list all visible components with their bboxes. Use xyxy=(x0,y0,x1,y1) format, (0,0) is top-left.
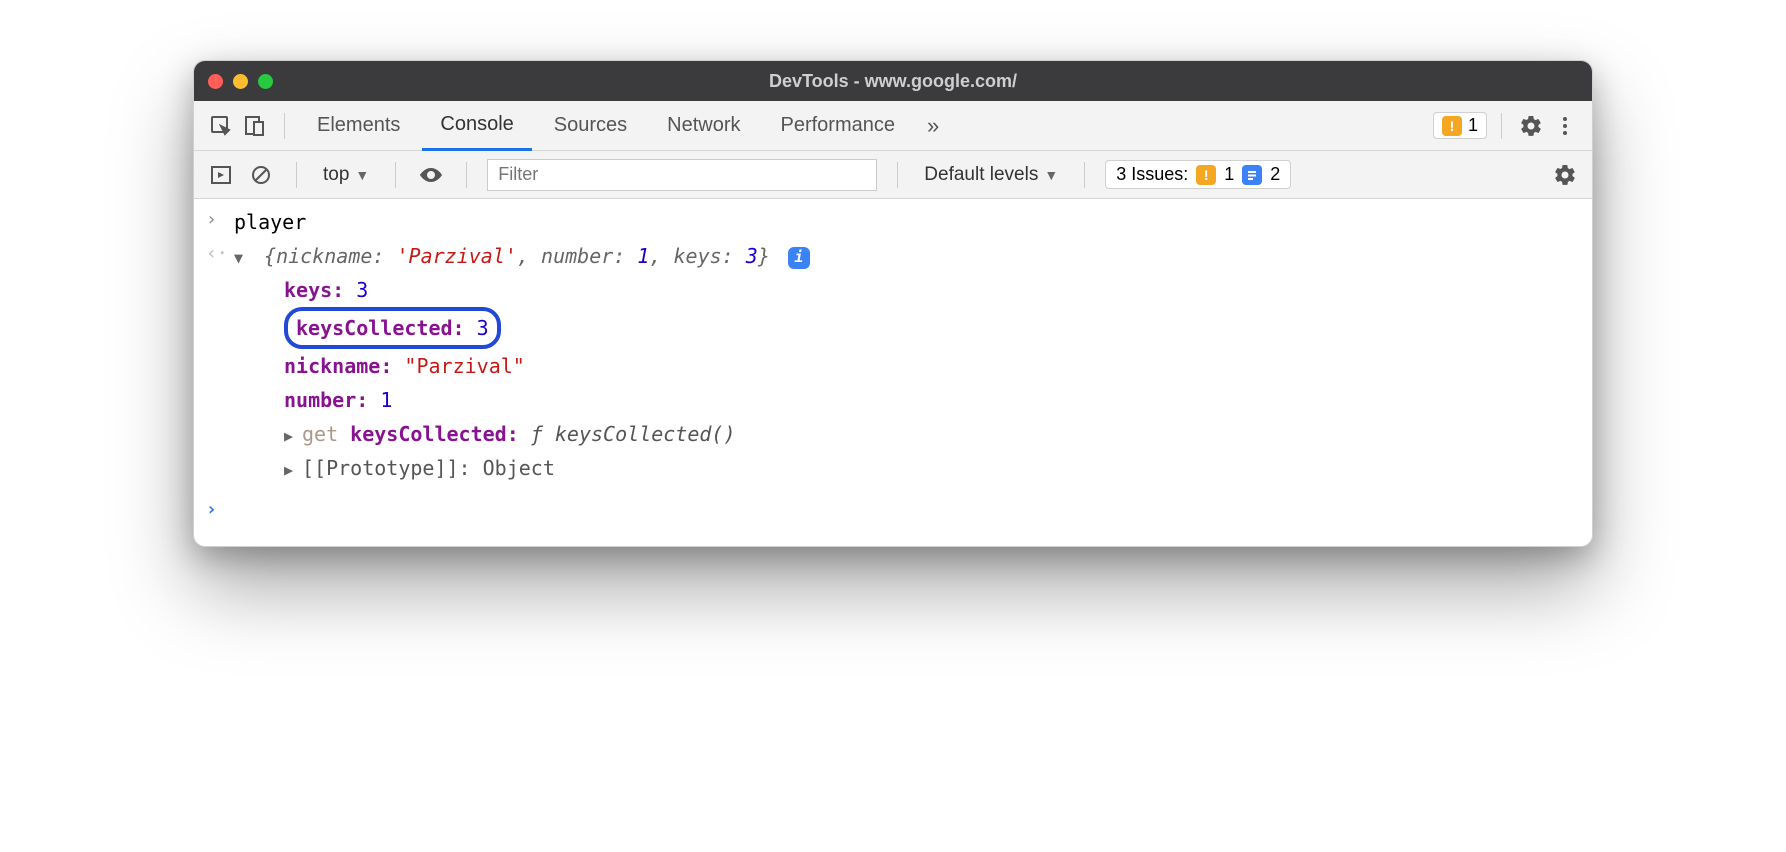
clear-console-icon[interactable] xyxy=(246,160,276,190)
devtools-tabbar: Elements Console Sources Network Perform… xyxy=(194,101,1592,151)
console-input-line[interactable]: › player xyxy=(194,205,1592,239)
divider xyxy=(284,113,285,139)
object-property-number[interactable]: number: 1 xyxy=(194,383,1592,417)
object-property-keys[interactable]: keys: 3 xyxy=(194,273,1592,307)
more-tabs-button[interactable]: » xyxy=(917,113,949,139)
prompt-caret-icon: › xyxy=(206,495,234,526)
tab-elements[interactable]: Elements xyxy=(299,101,418,151)
info-icon xyxy=(1242,165,1262,185)
console-toolbar: top ▼ Default levels ▼ 3 Issues: ! 1 2 xyxy=(194,151,1592,199)
minimize-window-button[interactable] xyxy=(233,74,248,89)
divider xyxy=(395,162,396,188)
top-issues-count: 1 xyxy=(1468,115,1478,136)
top-issues-badge[interactable]: ! 1 xyxy=(1433,112,1487,139)
object-getter[interactable]: ▶get keysCollected: ƒ keysCollected() xyxy=(194,417,1592,451)
divider xyxy=(1084,162,1085,188)
divider xyxy=(466,162,467,188)
issues-warn-count: 1 xyxy=(1224,164,1234,185)
input-caret-icon: › xyxy=(206,205,234,236)
issues-pill[interactable]: 3 Issues: ! 1 2 xyxy=(1105,160,1291,189)
tab-network[interactable]: Network xyxy=(649,101,758,151)
disclosure-triangle-closed-icon[interactable]: ▶ xyxy=(284,458,302,484)
tab-performance[interactable]: Performance xyxy=(763,101,914,151)
devtools-window: DevTools - www.google.com/ Elements Cons… xyxy=(193,60,1593,547)
toggle-sidebar-icon[interactable] xyxy=(206,160,236,190)
live-expression-eye-icon[interactable] xyxy=(416,160,446,190)
console-settings-gear-icon[interactable] xyxy=(1550,160,1580,190)
console-prompt-line[interactable]: › xyxy=(194,495,1592,526)
divider xyxy=(897,162,898,188)
kebab-menu-icon[interactable] xyxy=(1550,111,1580,141)
traffic-lights xyxy=(208,74,273,89)
divider xyxy=(296,162,297,188)
warning-icon: ! xyxy=(1196,165,1216,185)
console-input-text: player xyxy=(234,205,306,239)
disclosure-triangle-closed-icon[interactable]: ▶ xyxy=(284,424,302,450)
object-property-keys-collected[interactable]: keysCollected: 3 xyxy=(194,307,1592,349)
object-preview[interactable]: ▼ {nickname: 'Parzival', number: 1, keys… xyxy=(234,239,810,273)
info-icon[interactable]: i xyxy=(788,247,810,269)
window-titlebar: DevTools - www.google.com/ xyxy=(194,61,1592,101)
inspect-element-icon[interactable] xyxy=(206,111,236,141)
issues-info-count: 2 xyxy=(1270,164,1280,185)
console-output-line[interactable]: ‹· ▼ {nickname: 'Parzival', number: 1, k… xyxy=(194,239,1592,273)
warning-icon: ! xyxy=(1442,116,1462,136)
divider xyxy=(1501,113,1502,139)
tab-console[interactable]: Console xyxy=(422,101,531,151)
device-toolbar-icon[interactable] xyxy=(240,111,270,141)
highlight-annotation: keysCollected: 3 xyxy=(284,307,501,349)
execution-context-selector[interactable]: top ▼ xyxy=(317,164,375,186)
issues-label: 3 Issues: xyxy=(1116,164,1188,185)
filter-input[interactable] xyxy=(487,159,877,191)
console-output: › player ‹· ▼ {nickname: 'Parzival', num… xyxy=(194,199,1592,546)
maximize-window-button[interactable] xyxy=(258,74,273,89)
log-levels-selector[interactable]: Default levels ▼ xyxy=(918,164,1064,186)
chevron-down-icon: ▼ xyxy=(355,167,369,183)
object-prototype[interactable]: ▶[[Prototype]]: Object xyxy=(194,451,1592,485)
settings-gear-icon[interactable] xyxy=(1516,111,1546,141)
tab-sources[interactable]: Sources xyxy=(536,101,645,151)
window-title: DevTools - www.google.com/ xyxy=(194,71,1592,92)
context-label: top xyxy=(323,164,349,186)
levels-label: Default levels xyxy=(924,164,1038,186)
chevron-down-icon: ▼ xyxy=(1044,167,1058,183)
disclosure-triangle-open-icon[interactable]: ▼ xyxy=(234,246,252,272)
output-caret-icon: ‹· xyxy=(206,239,234,270)
object-property-nickname[interactable]: nickname: "Parzival" xyxy=(194,349,1592,383)
close-window-button[interactable] xyxy=(208,74,223,89)
